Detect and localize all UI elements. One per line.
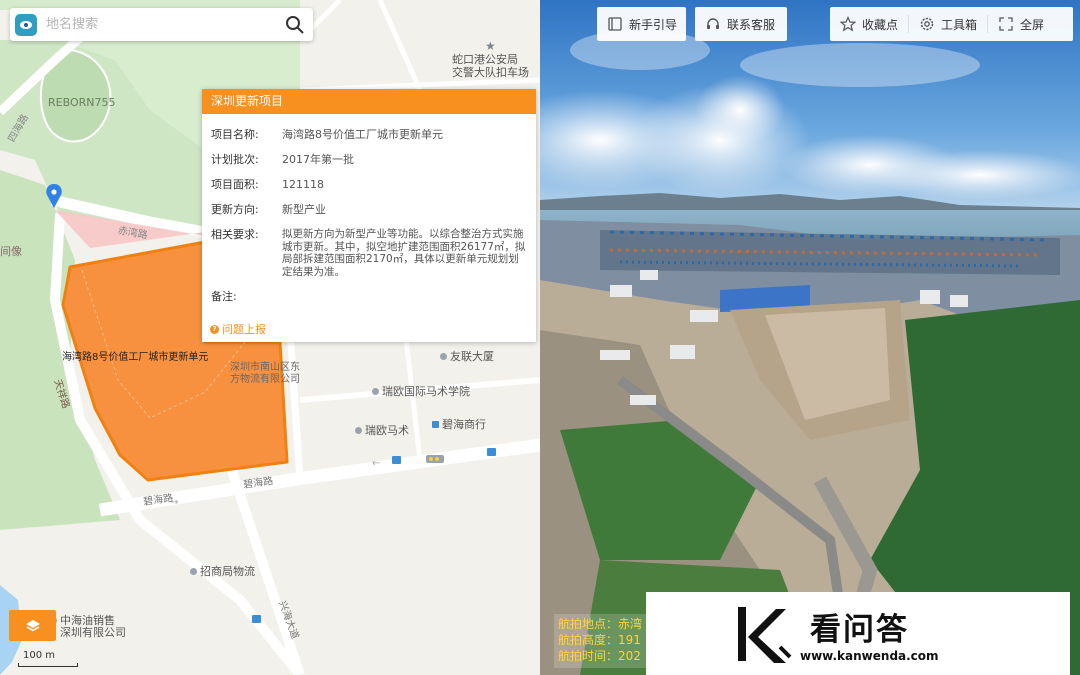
poi-ruiou-horse-label: 瑞欧马术 [365,424,409,437]
watermark-text: 看问答 [810,612,909,648]
popup-row-remark: 备注: [211,290,528,303]
popup-value: 拟更新方向为新型产业等功能。以综合整治方式实施城市更新。其中，拟空地扩建范围面积… [282,228,526,278]
app-logo-icon [15,13,37,36]
aerial-location: 航拍地点：赤湾 [558,617,643,631]
fullscreen-icon [999,17,1013,31]
popup-row-direction: 更新方向: 新型产业 [211,203,528,216]
map-label-parcel: 海湾路8号价值工厂城市更新单元 [62,352,209,363]
popup-key: 计划批次: [211,153,259,166]
book-icon [608,17,622,31]
poi-youlian[interactable]: 友联大厦 [440,348,494,364]
popup-title: 深圳更新项目 [202,89,536,114]
popup-key: 更新方向: [211,203,259,216]
popup-value: 2017年第一批 [282,153,354,166]
popup-key: 备注: [211,290,237,303]
poi-bihai-shop-label: 碧海商行 [442,418,486,431]
shop-icon [432,420,439,428]
popup-value: 海湾路8号价值工厂城市更新单元 [282,128,443,141]
customer-service-button[interactable]: 联系客服 [695,7,785,41]
aerial-panorama[interactable]: 新手引导 联系客服 收藏点 工具箱 全屏 航拍地点：赤湾 航拍高度：191 航拍… [540,0,1080,675]
poi-dot-icon [372,387,379,395]
aerial-info-panel: 航拍地点：赤湾 航拍高度：191 航拍时间：202 [554,614,652,668]
poi-zhonghai-label-2: 深圳有限公司 [60,626,126,639]
search-bar [10,8,313,41]
project-info-popup: 深圳更新项目 项目名称: 海湾路8号价值工厂城市更新单元 计划批次: 2017年第一… [202,89,536,342]
popup-row-name: 项目名称: 海湾路8号价值工厂城市更新单元 [211,128,528,141]
poi-dot-icon [190,567,197,575]
watermark: 看问答 www.kanwenda.com [646,592,1070,675]
map-label-left-edge: 间像 [0,245,22,258]
question-icon: ? [210,324,219,334]
popup-key: 项目名称: [211,128,259,141]
popup-value: 新型产业 [282,203,326,216]
search-button[interactable] [277,8,313,41]
map-view[interactable]: ★ ← → 蛇口港公安局 交警大队扣车场 REBORN755 间像 赤湾路 四海… [0,0,540,675]
toolbox-button[interactable]: 工具箱 [909,7,987,41]
guide-button[interactable]: 新手引导 [597,7,687,41]
popup-row-area: 项目面积: 121118 [211,178,528,191]
map-label-company: 深圳市南山区东方物流有限公司 [230,362,300,385]
poi-youlian-label: 友联大厦 [450,350,494,363]
poi-dot-icon [355,426,362,434]
star-icon [840,16,856,32]
toolbox-label: 工具箱 [941,17,978,32]
report-issue-link[interactable]: ? 问题上报 [210,321,266,337]
favorites-button[interactable]: 收藏点 [830,7,908,41]
popup-row-requirement: 相关要求: 拟更新方向为新型产业等功能。以综合整治方式实施城市更新。其中，拟空地扩… [211,228,528,278]
map-label-reborn: REBORN755 [48,96,116,109]
favorites-label: 收藏点 [862,17,899,32]
aerial-altitude: 航拍高度：191 [558,633,641,647]
poi-ruiou-intl-label: 瑞欧国际马术学院 [382,385,470,398]
poi-ruiou-intl[interactable]: 瑞欧国际马术学院 [372,383,470,399]
map-label-police-2: 交警大队扣车场 [452,66,529,79]
popup-key: 相关要求: [211,228,259,241]
customer-service-label: 联系客服 [727,17,776,32]
watermark-url: www.kanwenda.com [800,649,939,663]
layers-icon [25,619,40,631]
app-root: ★ ← → 蛇口港公安局 交警大队扣车场 REBORN755 间像 赤湾路 四海… [0,0,1080,675]
poi-ruiou-horse[interactable]: 瑞欧马术 [355,422,409,438]
toolbar-guide: 新手引导 [597,7,686,41]
popup-key: 项目面积: [211,178,259,191]
poi-zhaoshang[interactable]: 招商局物流 [190,563,255,579]
gear-icon [920,17,934,31]
popup-row-batch: 计划批次: 2017年第一批 [211,153,528,166]
aerial-photo [540,0,1080,675]
scale-label: 100 m [23,650,56,661]
svg-text:←: ← [372,458,380,469]
watermark-logo-icon [738,606,792,663]
fullscreen-button[interactable]: 全屏 [988,7,1054,41]
scale-bar [18,663,78,667]
layers-button[interactable] [9,610,56,641]
poi-bihai-shop[interactable]: 碧海商行 [432,416,486,432]
toolbar-tools: 收藏点 工具箱 全屏 [830,7,1073,41]
popup-value [282,290,528,303]
toolbar-service: 联系客服 [695,7,787,41]
search-input[interactable] [46,17,277,32]
poi-zhaoshang-label: 招商局物流 [200,565,255,578]
report-issue-label: 问题上报 [222,323,266,336]
headset-icon [707,18,719,29]
poi-dot-icon [440,352,447,360]
fullscreen-label: 全屏 [1020,17,1045,32]
aerial-time: 航拍时间：202 [558,649,641,663]
guide-label: 新手引导 [629,17,678,32]
popup-value: 121118 [282,178,324,191]
search-icon [286,15,304,34]
